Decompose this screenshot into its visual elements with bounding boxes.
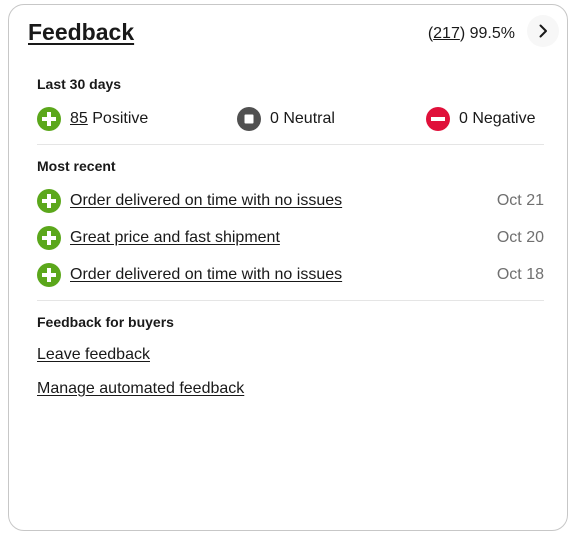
recent-feedback-row: Order delivered on time with no issues O… <box>37 262 544 288</box>
negative-text: 0 Negative <box>459 110 536 127</box>
feedback-date: Oct 21 <box>496 192 544 209</box>
feedback-comment-link[interactable]: Order delivered on time with no issues <box>70 266 342 284</box>
leave-feedback-link[interactable]: Leave feedback <box>37 346 150 364</box>
feedback-card: Feedback (217) 99.5% Last 30 days 85 Pos… <box>8 4 568 531</box>
view-all-feedback-button[interactable] <box>527 15 559 47</box>
positive-label: Positive <box>92 110 149 127</box>
feedback-percent: 99.5% <box>469 25 515 42</box>
manage-automated-feedback-link[interactable]: Manage automated feedback <box>37 380 244 398</box>
feedback-for-buyers-label: Feedback for buyers <box>37 314 174 330</box>
plus-circle-icon <box>37 226 61 250</box>
count-close-paren: ) <box>459 25 466 42</box>
feedback-title-link[interactable]: Feedback <box>28 19 134 46</box>
neutral-summary: 0 Neutral <box>237 106 335 132</box>
feedback-date: Oct 18 <box>496 266 544 283</box>
positive-summary: 85 Positive <box>37 106 148 132</box>
feedback-count-link[interactable]: 217 <box>433 25 460 42</box>
feedback-comment-link[interactable]: Order delivered on time with no issues <box>70 192 342 210</box>
neutral-text: 0 Neutral <box>270 110 335 127</box>
recent-feedback-row: Great price and fast shipment Oct 20 <box>37 225 544 251</box>
plus-circle-icon <box>37 189 61 213</box>
negative-summary: 0 Negative <box>426 106 536 132</box>
chevron-right-icon <box>536 24 550 38</box>
feedback-score: (217) 99.5% <box>428 25 515 43</box>
feedback-date: Oct 20 <box>496 229 544 246</box>
minus-circle-icon <box>426 107 450 131</box>
divider <box>37 144 544 145</box>
plus-circle-icon <box>37 263 61 287</box>
recent-feedback-row: Order delivered on time with no issues O… <box>37 188 544 214</box>
square-circle-icon <box>237 107 261 131</box>
positive-count-link[interactable]: 85 <box>70 110 88 127</box>
feedback-comment-link[interactable]: Great price and fast shipment <box>70 229 280 247</box>
most-recent-label: Most recent <box>37 158 116 174</box>
plus-circle-icon <box>37 107 61 131</box>
divider <box>37 300 544 301</box>
last-30-days-label: Last 30 days <box>37 76 122 92</box>
